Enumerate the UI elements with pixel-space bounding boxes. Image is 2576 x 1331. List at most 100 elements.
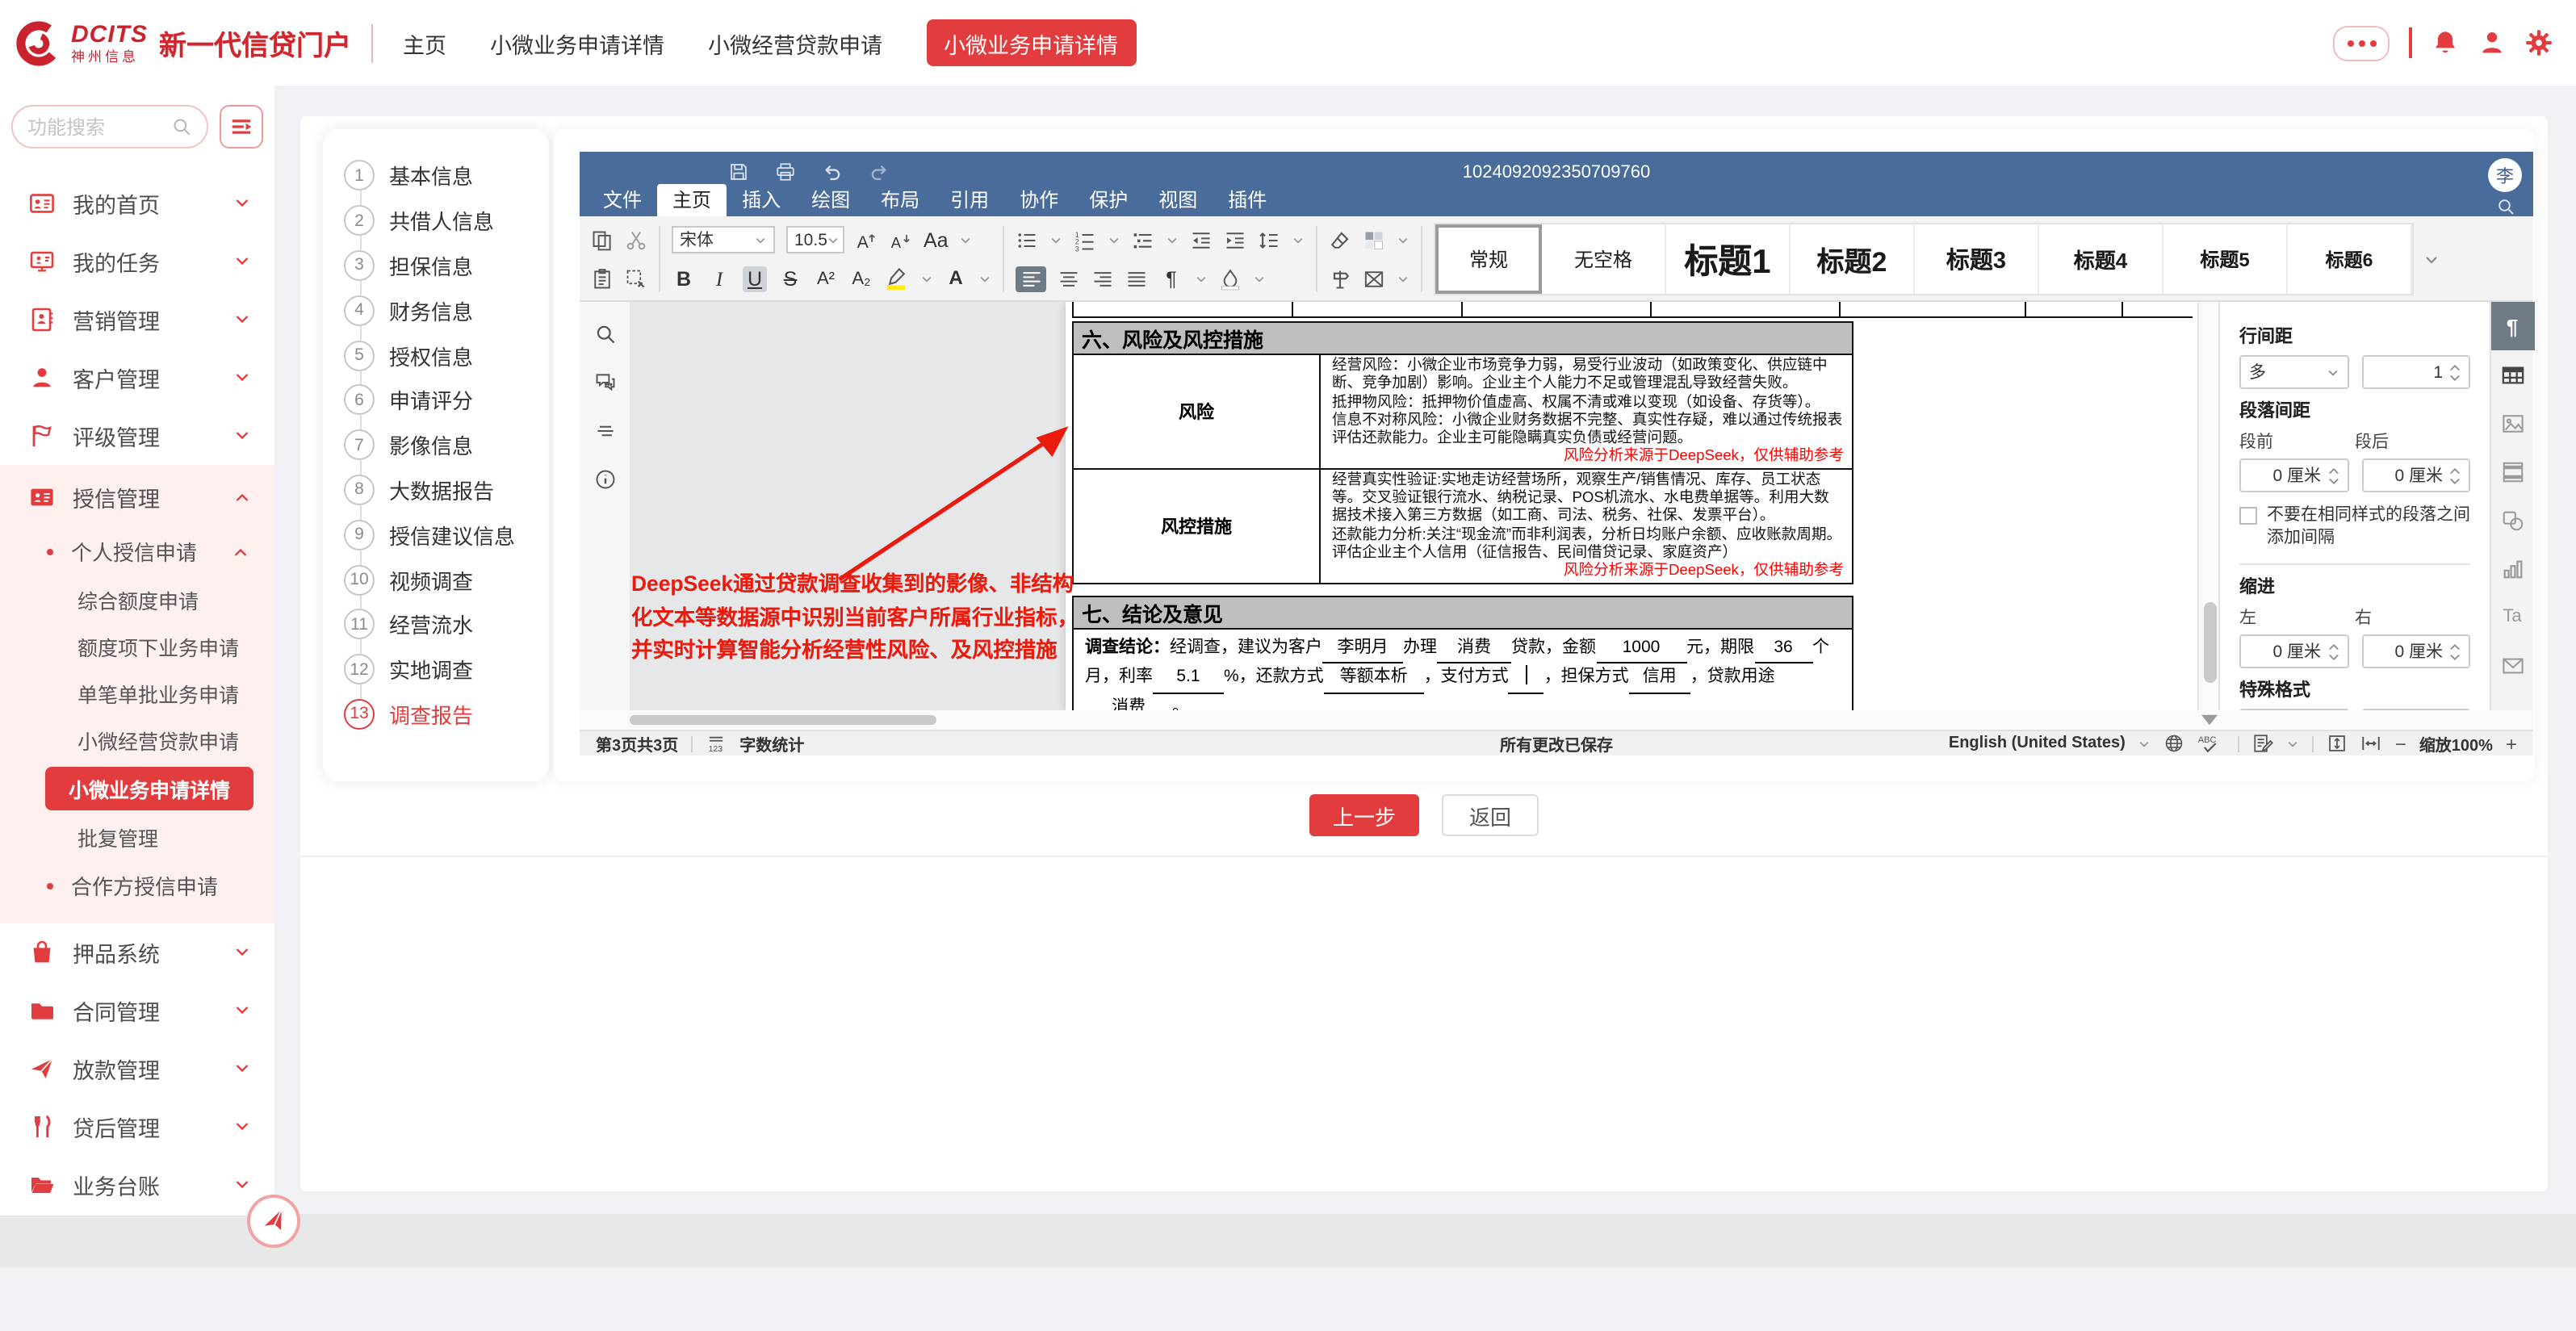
style-cell-3[interactable]: 标题2 [1791,224,1915,294]
underline-button[interactable]: U [743,266,767,291]
increase-indent-icon[interactable] [1224,228,1246,251]
highlight-pen-icon[interactable] [885,266,909,291]
step-2[interactable]: 2共借人信息 [323,199,549,244]
step-11[interactable]: 11经营流水 [323,602,549,647]
sidebar-item-5[interactable]: 授信管理 [0,468,274,526]
header-footer-tab[interactable] [2490,447,2534,496]
paste-icon[interactable] [591,267,614,290]
spellcheck-icon[interactable]: ABC [2198,733,2226,754]
line-spacing-icon[interactable] [1258,228,1280,251]
editor-menu-3[interactable]: 绘图 [796,184,865,216]
align-right-icon[interactable] [1091,267,1114,290]
sidebar-item-6[interactable]: 押品系统 [0,923,274,982]
editor-menu-2[interactable]: 插入 [727,184,796,216]
step-13[interactable]: 13调查报告 [323,692,549,737]
sidebar-leaf-item[interactable]: 小微业务申请详情 [45,767,253,810]
stepper-arrows-icon[interactable] [2449,640,2461,663]
font-size-select[interactable]: 10.5 [786,226,844,253]
style-cell-7[interactable]: 标题6 [2288,224,2412,294]
step-8[interactable]: 8大数据报告 [323,467,549,513]
step-1[interactable]: 1基本信息 [323,153,549,199]
document-vertical-scrollbar[interactable] [2197,302,2218,710]
sidebar-leaf-item[interactable]: 批复管理 [0,814,274,860]
sidebar-item-10[interactable]: 业务台账 [0,1156,274,1214]
bullet-list-icon[interactable] [1016,228,1038,251]
sidebar-item-8[interactable]: 放款管理 [0,1040,274,1098]
space-after-stepper[interactable]: 0 厘米 [2361,458,2470,492]
pilcrow-button[interactable]: ¶ [1159,266,1183,291]
editor-menu-1[interactable]: 主页 [657,184,727,216]
increase-font-icon[interactable]: A [856,228,878,251]
editor-menu-9[interactable]: 插件 [1213,184,1282,216]
user-avatar[interactable]: 李 [2488,158,2522,192]
editing-mode-icon[interactable] [2253,733,2274,754]
stepper-arrows-icon[interactable] [2449,361,2461,383]
shapes-tab[interactable] [2490,496,2534,544]
settings-gear-icon[interactable] [2524,29,2552,57]
comments-icon[interactable] [593,371,616,394]
document-page[interactable]: 六、风险及风控措施 风险经营风险：小微企业市场竞争力弱，易受行业波动（如政策变化… [1066,302,2197,710]
horizontal-scrollbar[interactable] [580,710,2533,730]
bold-button[interactable]: B [672,266,696,291]
editor-menu-8[interactable]: 视图 [1143,184,1213,216]
editor-menu-6[interactable]: 协作 [1004,184,1074,216]
indent-left-stepper[interactable]: 0 厘米 [2239,634,2348,668]
editor-menu-4[interactable]: 布局 [865,184,935,216]
style-cell-2[interactable]: 标题1 [1666,224,1791,294]
sidebar-item-0[interactable]: 我的首页 [0,174,274,232]
language-selector[interactable]: English (United States) [1949,735,2126,752]
text-art-tab[interactable]: Ta [2490,592,2534,641]
line-spacing-stepper[interactable]: 1 [2361,355,2470,389]
align-center-icon[interactable] [1058,267,1080,290]
space-before-stepper[interactable]: 0 厘米 [2239,458,2348,492]
stepper-arrows-icon[interactable] [2327,464,2339,487]
format-mark-icon[interactable] [1329,267,1351,290]
cut-icon[interactable] [625,228,647,251]
table-panel-tab[interactable] [2490,350,2534,399]
step-3[interactable]: 3担保信息 [323,243,549,288]
sidebar-leaf-item[interactable]: 小微经营贷款申请 [0,717,274,764]
fit-page-icon[interactable] [2327,733,2348,754]
style-color-grid-icon[interactable] [1363,228,1385,251]
zoom-out-button[interactable]: − [2395,735,2406,751]
sidebar-leaf-item[interactable]: 单笔单批业务申请 [0,670,274,717]
style-cell-6[interactable]: 标题5 [2163,224,2288,294]
style-cell-1[interactable]: 无空格 [1542,224,1666,294]
indent-right-stepper[interactable]: 0 厘米 [2361,634,2470,668]
sidebar-item-9[interactable]: 贷后管理 [0,1098,274,1156]
style-cell-4[interactable]: 标题3 [1915,224,2039,294]
sidebar-item-2[interactable]: 营销管理 [0,291,274,349]
multilevel-list-icon[interactable] [1132,228,1154,251]
info-icon[interactable] [593,468,616,491]
frame-icon[interactable] [1363,267,1385,290]
menu-collapse-button[interactable] [220,105,263,149]
sidebar-subitem-1[interactable]: 合作方授信申请 [0,860,274,910]
user-profile-icon[interactable] [2478,29,2505,57]
select-icon[interactable] [625,267,647,290]
copy-icon[interactable] [591,228,614,251]
document-canvas[interactable]: 六、风险及风控措施 风险经营风险：小微企业市场竞争力弱，易受行业波动（如政策变化… [630,302,2197,710]
chart-tab[interactable] [2490,544,2534,592]
line-spacing-select[interactable]: 多 [2239,355,2348,389]
no-space-same-style-checkbox[interactable]: 不要在相同样式的段落之间添加间隔 [2239,505,2470,549]
top-tab-1[interactable]: 小微业务申请详情 [490,27,664,59]
checkbox[interactable] [2239,507,2257,525]
top-tab-3[interactable]: 小微业务申请详情 [926,19,1136,66]
step-12[interactable]: 12实地调查 [323,647,549,693]
step-6[interactable]: 6申请评分 [323,378,549,423]
align-justify-icon[interactable] [1125,267,1148,290]
step-5[interactable]: 5授权信息 [323,333,549,378]
doc-row-text[interactable]: 经营风险：小微企业市场竞争力弱，易受行业波动（如政策变化、供应链中断、竞争加剧）… [1321,355,1852,468]
font-color-button[interactable]: A [945,270,967,287]
image-panel-tab[interactable] [2490,399,2534,447]
editor-menu-0[interactable]: 文件 [588,184,657,216]
editor-menu-7[interactable]: 保护 [1074,184,1143,216]
sidebar-leaf-item[interactable]: 综合额度申请 [0,576,274,623]
sidebar-item-3[interactable]: 客户管理 [0,349,274,407]
stepper-arrows-icon[interactable] [2327,640,2339,663]
back-button[interactable]: 返回 [1442,794,1539,836]
step-9[interactable]: 9授信建议信息 [323,513,549,558]
numbered-list-icon[interactable]: 123 [1074,228,1096,251]
decrease-indent-icon[interactable] [1190,228,1213,251]
sidebar-item-4[interactable]: 评级管理 [0,407,274,465]
